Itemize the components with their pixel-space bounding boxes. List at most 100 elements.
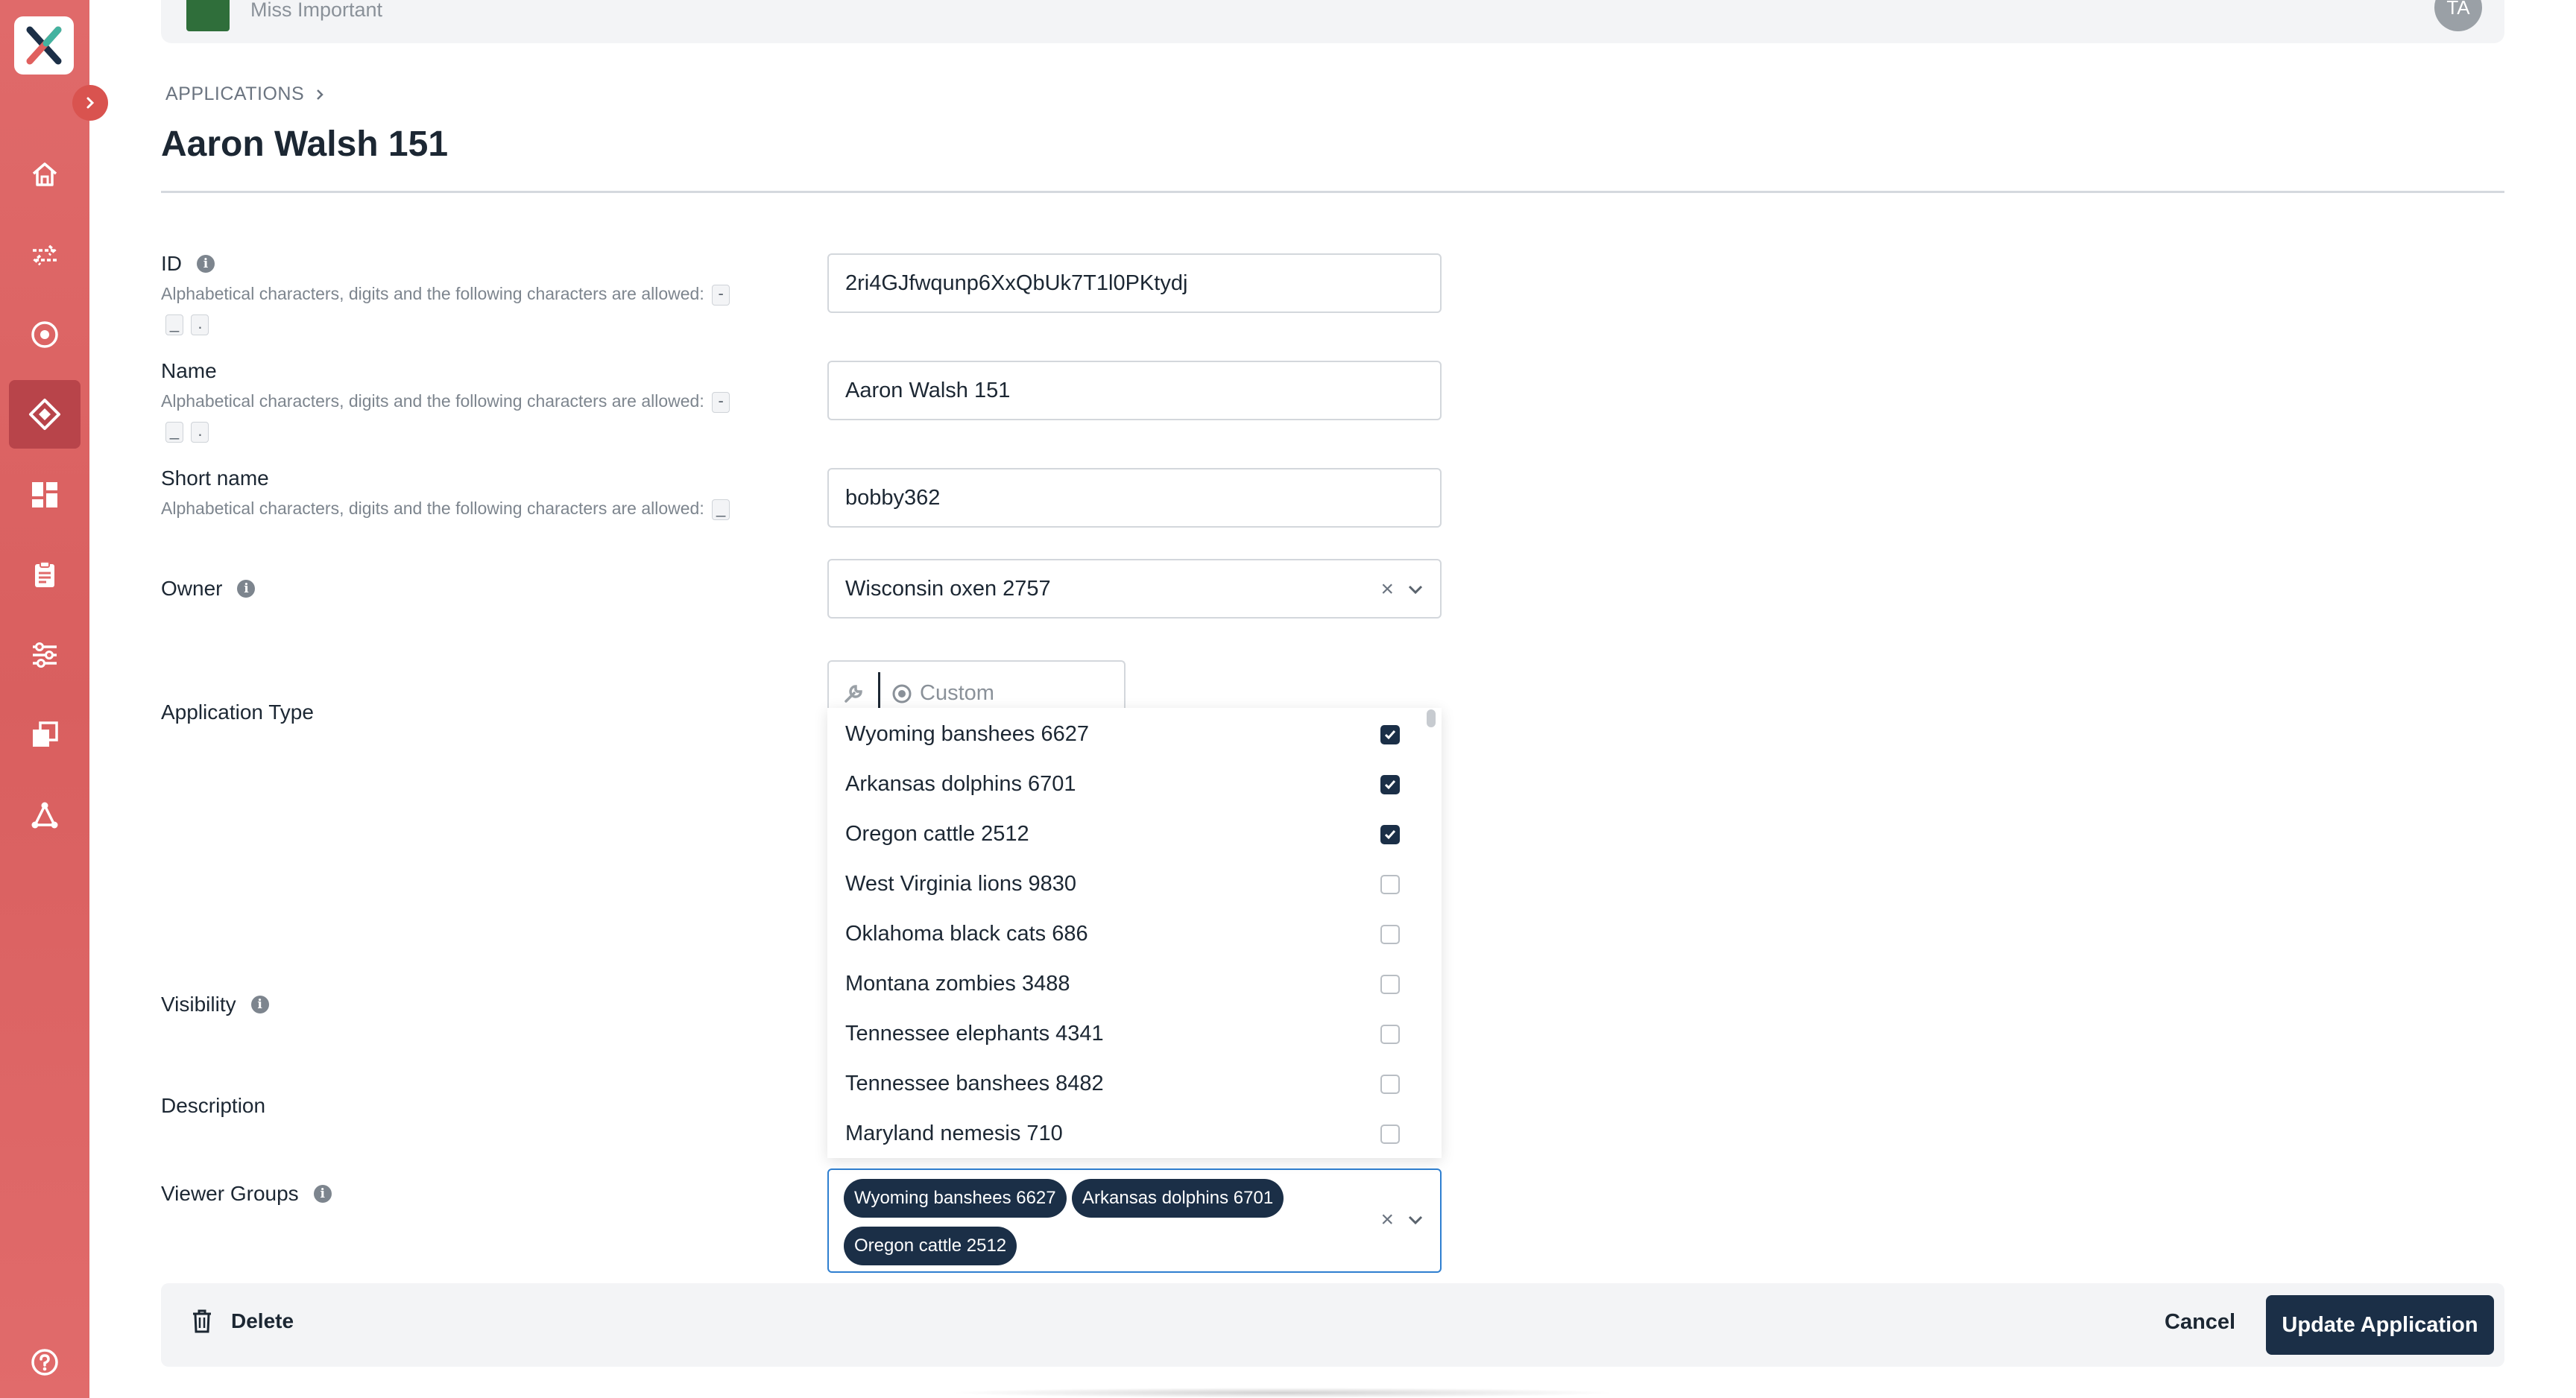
dropdown-option-label: Oregon cattle 2512 [845, 822, 1029, 846]
selected-tag[interactable]: Wyoming banshees 6627 [844, 1179, 1067, 1218]
selected-tag[interactable]: Oregon cattle 2512 [844, 1227, 1017, 1265]
dropdown-option-label: Maryland nemesis 710 [845, 1122, 1063, 1145]
selected-tag[interactable]: Arkansas dolphins 6701 [1072, 1179, 1284, 1218]
allowed-char: _ [712, 499, 730, 520]
viewer-groups-dropdown[interactable]: Wyoming banshees 6627 Arkansas dolphins 6… [827, 708, 1442, 1158]
cancel-button[interactable]: Cancel [2165, 1310, 2235, 1335]
info-icon[interactable]: i [237, 580, 256, 598]
allowed-char: . [191, 421, 209, 443]
dropdown-option[interactable]: Oklahoma black cats 686 [827, 909, 1442, 959]
dropdown-option[interactable]: Wyoming banshees 6627 [827, 709, 1442, 759]
info-icon[interactable]: i [313, 1185, 332, 1203]
top-bar: Miss Important TA [161, 0, 2504, 43]
owner-select[interactable]: Wisconsin oxen 2757 × [827, 559, 1442, 619]
checkbox-unchecked[interactable] [1380, 1074, 1400, 1094]
id-input-value: 2ri4GJfwqunp6XxQbUk7T1l0PKtydj [845, 271, 1188, 295]
description-label: Description [161, 1094, 265, 1118]
checkbox-unchecked[interactable] [1380, 924, 1400, 944]
close-icon[interactable]: × [1380, 1207, 1394, 1233]
wrench-icon [845, 685, 862, 703]
short-name-input-value: bobby362 [845, 485, 941, 510]
sidebar-item-help[interactable] [9, 1328, 80, 1397]
id-hint: Alphabetical characters, digits and the … [161, 279, 772, 338]
sidebar-item-network[interactable] [9, 781, 80, 850]
sidebar-item-copies[interactable] [9, 700, 80, 769]
dropdown-option[interactable]: Oregon cattle 2512 [827, 809, 1442, 859]
trash-icon [193, 1309, 211, 1333]
account-initials-avatar[interactable]: TA [2434, 0, 2482, 31]
user-avatar[interactable] [186, 0, 230, 31]
checkbox-unchecked[interactable] [1380, 974, 1400, 994]
checkbox-checked[interactable] [1380, 774, 1400, 794]
clipboard-icon [35, 561, 54, 587]
name-label: Name [161, 359, 217, 383]
dropdown-option[interactable]: Tennessee banshees 8482 [827, 1059, 1442, 1109]
checkbox-checked[interactable] [1380, 824, 1400, 844]
checkbox-unchecked[interactable] [1380, 1024, 1400, 1044]
transfer-icon [33, 244, 57, 266]
custom-option-label: Custom [920, 681, 994, 705]
checkmark-icon [1384, 730, 1396, 739]
id-label-text: ID [161, 252, 182, 275]
applications-icon [29, 399, 60, 430]
dropdown-option[interactable]: West Virginia lions 9830 [827, 859, 1442, 909]
checkbox-unchecked[interactable] [1380, 1124, 1400, 1144]
delete-button[interactable]: Delete [191, 1309, 294, 1334]
id-input[interactable]: 2ri4GJfwqunp6XxQbUk7T1l0PKtydj [827, 253, 1442, 313]
dropdown-option-label: Wyoming banshees 6627 [845, 722, 1090, 746]
application-type-selector: Custom [827, 660, 1126, 714]
checkmark-icon [1384, 779, 1396, 789]
name-input-value: Aaron Walsh 151 [845, 378, 1011, 402]
short-name-label: Short name [161, 466, 269, 490]
id-label: ID i [161, 252, 215, 276]
chevron-down-icon[interactable] [1404, 578, 1427, 601]
title-divider [161, 191, 2504, 193]
dropdown-option-label: Arkansas dolphins 6701 [845, 772, 1076, 796]
application-type-custom-option[interactable]: Custom [891, 681, 994, 706]
user-name[interactable]: Miss Important [250, 0, 382, 22]
sidebar-item-targets[interactable] [9, 300, 80, 369]
info-icon[interactable]: i [250, 996, 269, 1013]
owner-label-text: Owner [161, 577, 223, 600]
dropdown-option-label: Tennessee banshees 8482 [845, 1072, 1104, 1095]
dashboard-icon [32, 482, 57, 507]
short-name-label-text: Short name [161, 466, 269, 490]
chevron-right-icon [86, 97, 95, 109]
allowed-char: _ [165, 314, 183, 335]
visibility-label-text: Visibility [161, 993, 236, 1016]
checkbox-checked[interactable] [1380, 724, 1400, 744]
application-type-label: Application Type [161, 700, 314, 724]
short-name-hint: Alphabetical characters, digits and the … [161, 493, 772, 523]
dropdown-option[interactable]: Arkansas dolphins 6701 [827, 759, 1442, 809]
dropdown-option-label: West Virginia lions 9830 [845, 872, 1077, 896]
sidebar-item-settings[interactable] [9, 621, 80, 689]
close-icon[interactable]: × [1380, 577, 1394, 602]
chevron-down-icon[interactable] [1404, 1209, 1427, 1231]
short-name-input[interactable]: bobby362 [827, 468, 1442, 528]
logo-icon [26, 26, 62, 65]
name-hint: Alphabetical characters, digits and the … [161, 386, 772, 446]
app-logo[interactable] [14, 16, 74, 75]
checkbox-unchecked[interactable] [1380, 874, 1400, 894]
sidebar-item-home[interactable] [9, 140, 80, 209]
form-footer: Delete Cancel Update Application [161, 1283, 2504, 1367]
sidebar-item-applications[interactable] [9, 380, 80, 449]
dropdown-option[interactable]: Maryland nemesis 710 [827, 1109, 1442, 1158]
name-hint-text: Alphabetical characters, digits and the … [161, 391, 704, 411]
viewer-groups-select[interactable]: Wyoming banshees 6627 Arkansas dolphins … [827, 1168, 1442, 1273]
target-icon [31, 321, 58, 348]
sidebar-collapse-button[interactable] [72, 85, 108, 121]
dropdown-option-label: Tennessee elephants 4341 [845, 1022, 1104, 1046]
viewer-groups-label-text: Viewer Groups [161, 1182, 299, 1205]
network-icon [31, 802, 58, 829]
sidebar-item-dashboard[interactable] [9, 461, 80, 529]
breadcrumb-applications-link[interactable]: APPLICATIONS [165, 83, 304, 105]
sidebar-item-tasks[interactable] [9, 540, 80, 609]
dropdown-option[interactable]: Tennessee elephants 4341 [827, 1009, 1442, 1059]
short-name-hint-text: Alphabetical characters, digits and the … [161, 499, 704, 518]
sidebar-item-transfers[interactable] [9, 221, 80, 289]
name-input[interactable]: Aaron Walsh 151 [827, 361, 1442, 420]
info-icon[interactable]: i [197, 255, 215, 273]
dropdown-option[interactable]: Montana zombies 3488 [827, 959, 1442, 1009]
update-application-button[interactable]: Update Application [2266, 1295, 2494, 1355]
